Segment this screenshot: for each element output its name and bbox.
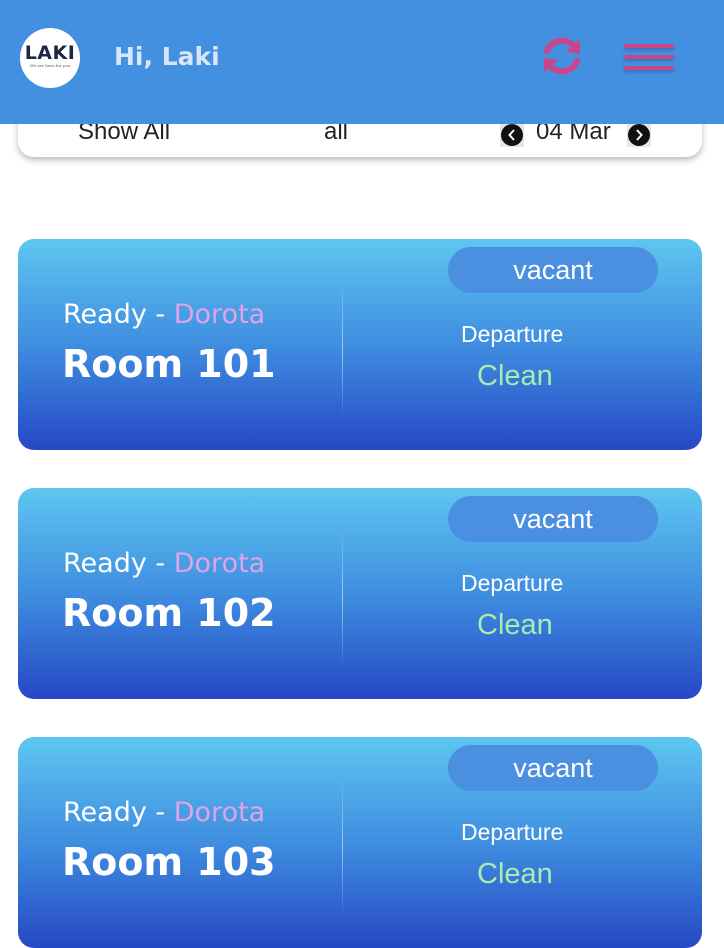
card-divider [342,777,343,917]
previous-date-button[interactable] [500,123,524,147]
status-separator: - [146,548,174,579]
room-condition: Clean [477,609,553,641]
room-card[interactable]: Ready - Dorota Room 102 vacant Departure… [18,488,702,699]
greeting: Hi, Laki [114,42,220,71]
status-separator: - [146,299,174,330]
hamburger-menu-icon [624,44,674,48]
room-type: Departure [461,570,564,596]
room-condition: Clean [477,858,553,890]
room-status: Ready [63,299,147,330]
room-type: Departure [461,819,564,845]
room-name: Room 101 [62,342,276,386]
room-status: Ready [63,548,147,579]
refresh-button[interactable] [538,32,586,80]
refresh-icon [544,37,580,75]
staff-name: Dorota [173,797,266,828]
menu-bar [624,66,674,70]
logo: LAKI We are here for you [20,28,80,88]
card-divider [342,279,343,419]
occupancy-badge: vacant [448,247,658,293]
room-status-line: Ready - Dorota [63,797,265,829]
room-type: Departure [461,321,564,347]
room-card[interactable]: Ready - Dorota Room 101 vacant Departure… [18,239,702,450]
room-status-line: Ready - Dorota [63,548,265,580]
room-condition: Clean [477,360,553,392]
app-header: LAKI We are here for you Hi, Laki [0,0,724,124]
menu-bar [624,55,674,59]
status-separator: - [146,797,174,828]
occupancy-badge: vacant [448,496,658,542]
logo-text: LAKI [24,42,76,64]
menu-button[interactable] [622,42,676,76]
next-date-button[interactable] [627,123,651,147]
room-status: Ready [63,797,147,828]
room-card[interactable]: Ready - Dorota Room 103 vacant Departure… [18,737,702,948]
staff-name: Dorota [173,299,266,330]
room-status-line: Ready - Dorota [63,299,265,331]
room-name: Room 103 [62,840,276,884]
occupancy-badge: vacant [448,745,658,791]
card-divider [342,528,343,668]
room-name: Room 102 [62,591,276,635]
staff-name: Dorota [173,548,266,579]
